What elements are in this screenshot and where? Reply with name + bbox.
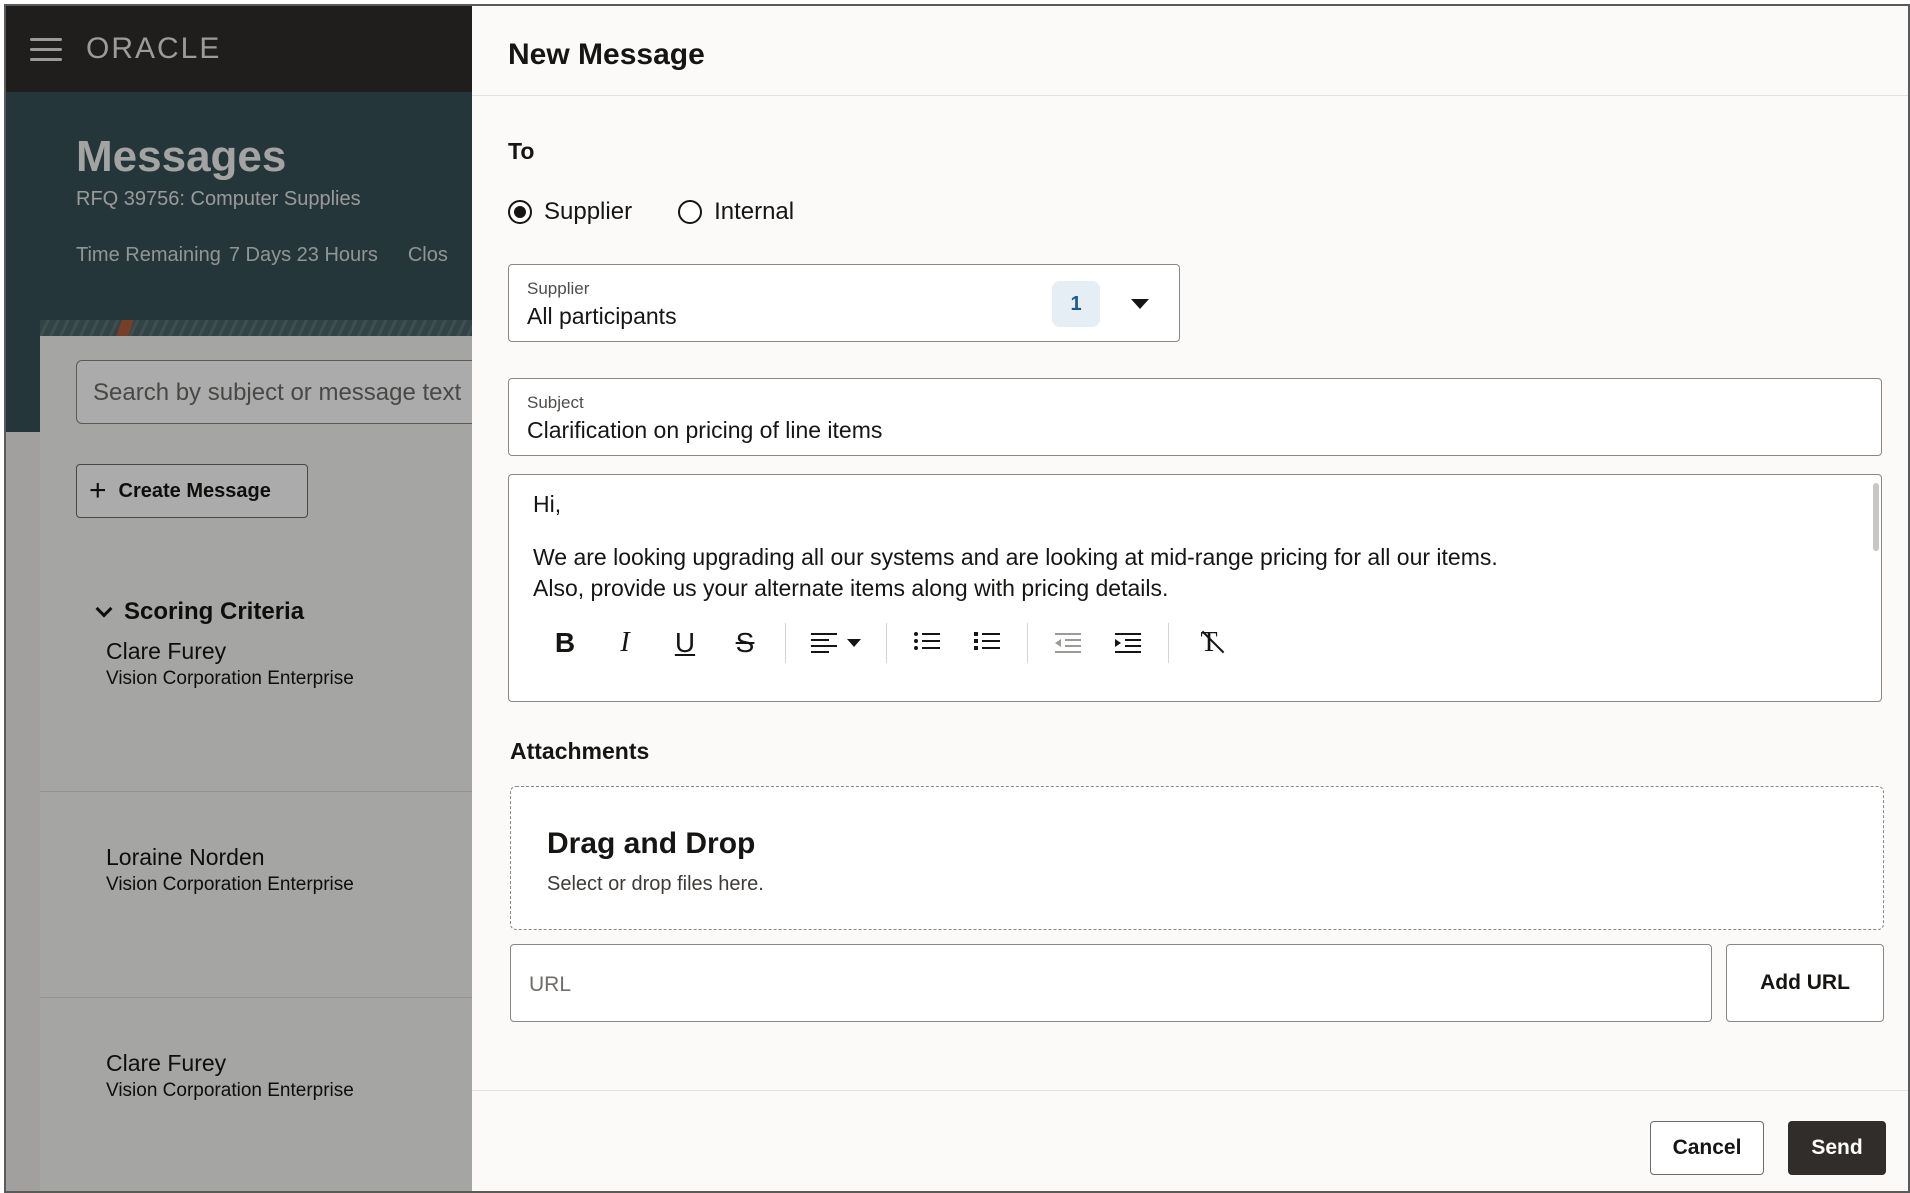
radio-checked-icon[interactable] — [508, 200, 532, 224]
add-url-button[interactable]: Add URL — [1726, 944, 1884, 1022]
body-line: We are looking upgrading all our systems… — [533, 544, 1498, 570]
background-page: ORACLE Messages RFQ 39756: Computer Supp… — [6, 6, 476, 1191]
drawer-title: New Message — [508, 38, 705, 71]
supplier-radio-label: Supplier — [544, 198, 633, 225]
selected-count-badge[interactable]: 1 — [1052, 281, 1100, 327]
radio-unchecked-icon[interactable] — [678, 200, 703, 224]
message-body-editor[interactable]: Hi, We are looking upgrading all our sys… — [508, 474, 1882, 702]
file-dropzone[interactable]: Drag and Drop Select or drop files here. — [510, 786, 1884, 930]
toolbar-divider — [1168, 623, 1169, 663]
new-message-drawer: New Message To Supplier Internal Supplie… — [472, 6, 1908, 1191]
app-window: ORACLE Messages RFQ 39756: Computer Supp… — [4, 4, 1910, 1193]
chevron-down-icon — [847, 639, 861, 647]
dropzone-title: Drag and Drop — [547, 827, 756, 860]
dropzone-subtitle: Select or drop files here. — [547, 873, 764, 895]
subject-field[interactable]: Subject Clarification on pricing of line… — [508, 378, 1882, 456]
toolbar-divider — [785, 623, 786, 663]
cancel-button[interactable]: Cancel — [1650, 1121, 1764, 1175]
bullet-list-icon[interactable] — [897, 621, 957, 665]
drawer-header: New Message — [472, 6, 1908, 96]
to-label: To — [508, 138, 535, 164]
supplier-field-label: Supplier — [527, 279, 590, 298]
internal-radio[interactable]: Internal — [678, 198, 794, 226]
clear-formatting-icon[interactable]: T — [1179, 621, 1239, 665]
recipient-type-radio-group: Supplier Internal — [508, 198, 794, 226]
toolbar-divider — [1027, 623, 1028, 663]
subject-field-value[interactable]: Clarification on pricing of line items — [527, 417, 882, 444]
formatting-toolbar: B I U S T — [535, 621, 1239, 665]
drawer-footer: Cancel Send — [472, 1090, 1908, 1191]
italic-icon[interactable]: I — [595, 621, 655, 665]
supplier-field-value: All participants — [527, 303, 677, 329]
align-left-icon[interactable] — [796, 621, 876, 665]
message-body-text[interactable]: Hi, We are looking upgrading all our sys… — [533, 489, 1498, 604]
modal-overlay[interactable] — [6, 6, 476, 1191]
editor-scrollbar[interactable] — [1873, 483, 1879, 551]
indent-icon[interactable] — [1098, 621, 1158, 665]
toolbar-divider — [886, 623, 887, 663]
body-line: Also, provide us your alternate items al… — [533, 575, 1169, 601]
attachments-label: Attachments — [510, 738, 650, 764]
body-line: Hi, — [533, 491, 562, 517]
dropdown-caret-icon[interactable] — [1131, 299, 1149, 309]
internal-radio-label: Internal — [714, 198, 795, 225]
underline-icon[interactable]: U — [655, 621, 715, 665]
url-input[interactable]: URL — [510, 944, 1712, 1022]
strikethrough-icon[interactable]: S — [715, 621, 775, 665]
send-button[interactable]: Send — [1788, 1121, 1886, 1175]
subject-field-label: Subject — [527, 393, 584, 412]
supplier-select[interactable]: Supplier All participants 1 — [508, 264, 1180, 342]
numbered-list-icon[interactable] — [957, 621, 1017, 665]
outdent-icon[interactable] — [1038, 621, 1098, 665]
supplier-radio[interactable]: Supplier — [508, 198, 632, 226]
bold-icon[interactable]: B — [535, 621, 595, 665]
